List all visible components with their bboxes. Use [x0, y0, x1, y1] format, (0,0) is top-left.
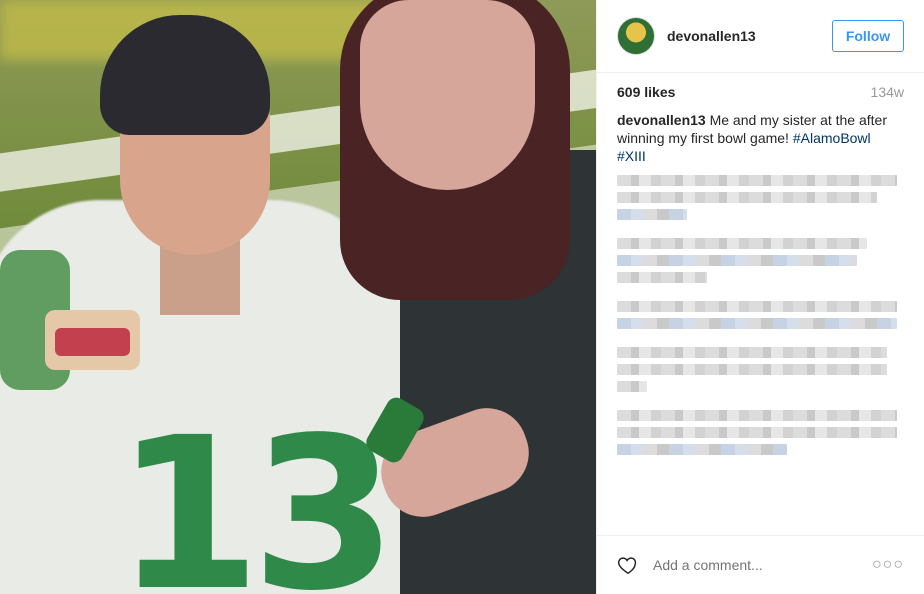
blurred-comment — [617, 347, 887, 358]
caption-username[interactable]: devonallen13 — [617, 112, 706, 128]
post-age[interactable]: 134w — [871, 84, 904, 100]
post-sidebar: devonallen13 Follow 609 likes 134w devon… — [596, 0, 924, 594]
blurred-comment — [617, 192, 877, 203]
blurred-comment — [617, 301, 897, 312]
likes-count[interactable]: 609 likes — [617, 84, 675, 100]
post-photo[interactable]: 13 — [0, 0, 596, 594]
post-header: devonallen13 Follow — [597, 0, 924, 73]
avatar[interactable] — [617, 17, 655, 55]
more-options-icon[interactable]: ○○○ — [872, 556, 904, 574]
sister-face — [360, 0, 535, 190]
post-footer: ○○○ — [597, 535, 924, 594]
heart-icon[interactable] — [617, 554, 639, 576]
username-link[interactable]: devonallen13 — [667, 28, 756, 44]
hashtag-link[interactable]: #XIII — [617, 148, 646, 164]
blurred-comment — [617, 255, 857, 266]
blurred-comment — [617, 209, 687, 220]
hashtag-link[interactable]: #AlamoBowl — [793, 130, 871, 146]
caption: devonallen13 Me and my sister at the aft… — [597, 111, 924, 165]
blurred-comment — [617, 238, 867, 249]
blurred-comment — [617, 318, 897, 329]
post-stats: 609 likes 134w — [597, 73, 924, 111]
jersey-number: 13 — [115, 392, 397, 594]
follow-button[interactable]: Follow — [832, 20, 904, 52]
blurred-comment — [617, 427, 897, 438]
bowl-patch-logo — [55, 328, 130, 356]
blurred-comment — [617, 175, 897, 186]
blurred-comment — [617, 381, 647, 392]
blurred-comment — [617, 410, 897, 421]
instagram-post: 13 devonallen13 Follow 609 likes 134w de… — [0, 0, 924, 594]
blurred-comment — [617, 272, 707, 283]
blurred-comment — [617, 444, 787, 455]
comment-input[interactable] — [653, 557, 872, 573]
blurred-comment — [617, 364, 887, 375]
comments-list-blurred — [597, 165, 924, 455]
